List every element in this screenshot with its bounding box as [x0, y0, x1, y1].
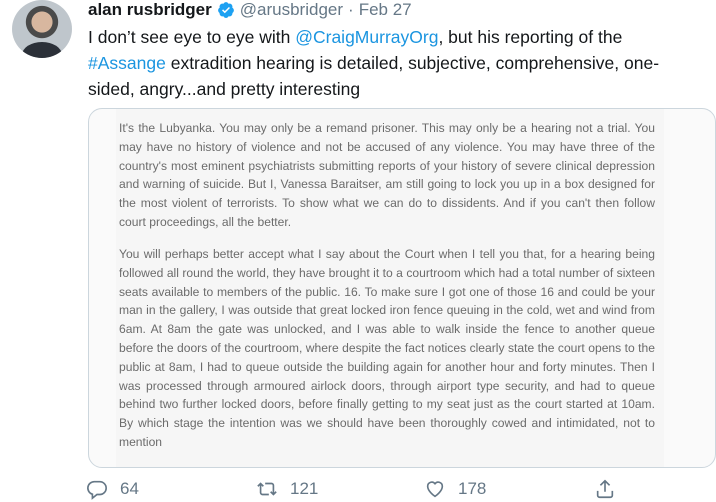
like-icon: [426, 481, 444, 498]
reply-icon: [87, 480, 107, 500]
author-name[interactable]: alan rusbridger: [88, 0, 212, 20]
tweet-actions: 64 121 178: [86, 478, 626, 502]
tweet-text-part: extradition hearing is detailed, subject…: [88, 53, 660, 99]
tweet-text-part: , but his reporting of the: [438, 27, 623, 47]
reply-button[interactable]: 64: [86, 478, 139, 500]
retweet-icon: [257, 482, 277, 496]
retweet-count: 121: [290, 479, 319, 498]
like-count: 178: [458, 479, 487, 498]
author-handle[interactable]: @arusbridger: [240, 0, 343, 20]
share-button[interactable]: [594, 478, 616, 500]
tweet-text: I don’t see eye to eye with @CraigMurray…: [88, 24, 703, 102]
mention-link[interactable]: @CraigMurrayOrg: [295, 27, 438, 47]
like-button[interactable]: 178: [424, 478, 486, 500]
separator-dot: ·: [348, 0, 354, 19]
retweet-button[interactable]: 121: [256, 478, 318, 500]
article-paragraph: It's the Lubyanka. You may only be a rem…: [119, 121, 655, 229]
share-icon: [596, 479, 614, 499]
tweet-text-part: I don’t see eye to eye with: [88, 27, 296, 47]
article-paragraph: You will perhaps better accept what I sa…: [119, 247, 655, 449]
tweet-header: alan rusbridger @arusbridger · Feb 27: [88, 0, 412, 20]
hashtag-link[interactable]: #Assange: [88, 53, 166, 73]
tweet-date[interactable]: Feb 27: [359, 0, 412, 20]
article-screenshot: It's the Lubyanka. You may only be a rem…: [116, 109, 664, 467]
reply-count: 64: [120, 479, 139, 498]
avatar[interactable]: [12, 0, 72, 58]
tweet-image[interactable]: It's the Lubyanka. You may only be a rem…: [88, 108, 716, 468]
verified-badge-icon: [217, 2, 234, 18]
